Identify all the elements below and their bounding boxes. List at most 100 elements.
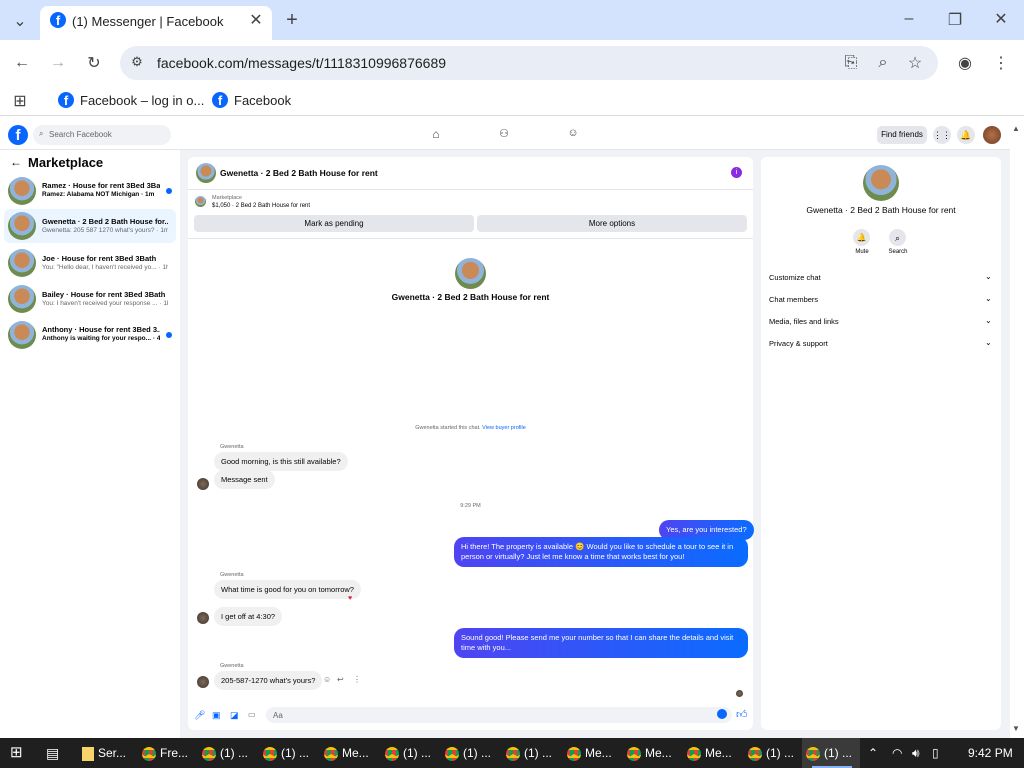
sender-avatar [197,676,209,688]
restore-icon[interactable]: ❐ [946,10,964,30]
taskbar-item[interactable]: (1) ... [506,738,552,768]
taskbar-item[interactable]: (1) ... [445,738,491,768]
facebook-logo-icon[interactable]: f [8,125,28,145]
hidden-icons-chevron-icon[interactable]: ⌃ [868,738,878,768]
view-buyer-profile-link[interactable]: View buyer profile [482,425,526,431]
new-tab-icon[interactable]: + [283,9,301,32]
friends-icon[interactable]: ⚇ [496,127,512,140]
chrome-icon [748,746,762,761]
apps-grid-icon[interactable]: ⊞ [10,91,30,111]
sender-avatar [197,478,209,490]
close-tab-icon[interactable]: ✕ [248,10,264,30]
taskbar-item[interactable]: Ser... [82,738,126,768]
more-icon[interactable]: ⋮ [353,675,361,684]
reload-icon[interactable]: ↻ [84,53,104,73]
outgoing-message: Hi there! The property is available 😊 Wo… [454,537,748,567]
mute-bell-icon[interactable]: 🔔 [853,229,870,246]
taskbar-item[interactable]: (1) ... [748,738,794,768]
unread-dot [166,332,172,338]
message-input[interactable]: Aa [266,707,732,723]
sticker-icon[interactable]: ◪ [230,710,239,721]
chat-started-note: Gwenetta started this chat. View buyer p… [188,425,753,431]
taskbar-item-label: Me... [705,746,732,760]
divider [188,238,753,239]
facebook-search-input[interactable]: Search Facebook [33,125,171,145]
volume-icon[interactable]: 🔊︎ [912,738,920,768]
scroll-down-icon[interactable]: ▼ [1012,724,1020,733]
back-arrow-icon[interactable]: ← [10,155,22,169]
taskbar-item[interactable]: Me... [627,738,672,768]
taskbar-item[interactable]: (1) ... [263,738,309,768]
bookmark-facebook[interactable]: Facebook [234,93,291,108]
chat-header-avatar[interactable] [196,163,216,183]
search-icon[interactable]: ⌕ [889,229,906,246]
scroll-up-icon[interactable]: ▲ [1012,124,1020,133]
taskbar-item[interactable]: Me... [567,738,612,768]
conversation-preview: Ramez: Alabama NOT Michigan · 1m [42,191,155,198]
reply-icon[interactable]: ↩ [337,675,344,684]
url-text[interactable]: facebook.com/messages/t/1118310996876689 [157,55,446,71]
section-chat-members[interactable]: Chat members [769,295,818,304]
section-privacy-support[interactable]: Privacy & support [769,339,828,348]
close-window-icon[interactable]: ✕ [992,9,1010,29]
forward-icon[interactable]: → [48,54,68,72]
bookmark-star-icon[interactable]: ☆ [906,53,924,73]
facebook-favicon-icon: f [50,12,66,28]
taskbar-item-label: (1) ... [824,746,853,760]
chevron-down-icon[interactable]: ⌄ [985,272,992,281]
windows-start-icon[interactable]: ⊞ [10,738,23,768]
notifications-icon[interactable]: 🔔 [957,126,975,144]
like-icon[interactable]: 👍︎ [736,708,748,721]
section-customize-chat[interactable]: Customize chat [769,273,821,282]
menu-icon[interactable]: ⋮ [992,53,1010,73]
clock-time[interactable]: 9:42 PM [968,738,1013,768]
profile-icon[interactable]: ◉ [956,53,974,73]
sender-name: Gwenetta [220,663,244,669]
chevron-down-icon[interactable]: ⌄ [985,316,992,325]
info-icon[interactable]: i [731,167,742,178]
mic-icon[interactable]: 🎤︎ [194,710,205,721]
mark-pending-button[interactable]: Mark as pending [194,215,474,232]
chat-header-title[interactable]: Gwenetta · 2 Bed 2 Bath House for rent [220,168,378,178]
chevron-down-icon[interactable]: ⌄ [985,294,992,303]
tab-search-icon[interactable]: ⌄ [10,11,30,31]
emoji-icon[interactable] [717,709,727,719]
intro-title: Gwenetta · 2 Bed 2 Bath House for rent [391,292,550,302]
more-options-button[interactable]: More options [477,215,747,232]
taskbar-item[interactable]: Me... [324,738,369,768]
taskbar-item[interactable]: Fre... [142,738,188,768]
menu-grid-icon[interactable]: ⋮⋮ [933,126,951,144]
back-icon[interactable]: ← [12,54,32,72]
wifi-icon[interactable]: ◠ [892,738,902,768]
account-avatar[interactable] [983,126,1001,144]
bookmark-facebook-login[interactable]: Facebook – log in o... [80,93,204,108]
image-icon[interactable]: ▣ [212,710,221,721]
task-view-icon[interactable]: ▤ [46,738,59,768]
section-media-files[interactable]: Media, files and links [769,317,839,326]
listing-avatar [8,285,36,313]
conversation-preview: You: "Hello dear, I haven't received yo.… [42,264,168,271]
sender-name: Gwenetta [220,572,244,578]
battery-icon[interactable]: ▯ [932,738,939,768]
zoom-icon[interactable]: ⌕ [874,54,892,72]
taskbar-item-label: Fre... [160,746,189,760]
site-info-icon[interactable]: ⚙ [128,54,146,70]
install-icon[interactable]: ⎘ [842,54,860,72]
groups-icon[interactable]: ☺ [565,127,581,139]
react-icon[interactable]: ☺ [323,675,331,684]
taskbar-item-active[interactable]: (1) ... [802,738,860,768]
taskbar-item-label: (1) ... [463,746,492,760]
minimize-icon[interactable]: – [900,10,918,28]
chevron-down-icon[interactable]: ⌄ [985,338,992,347]
taskbar-item[interactable]: Me... [687,738,732,768]
listing-detail[interactable]: $1,050 · 2 Bed 2 Bath House for rent [212,203,310,209]
info-title: Gwenetta · 2 Bed 2 Bath House for rent [806,205,956,215]
home-icon[interactable]: ⌂ [428,127,444,141]
chrome-icon [687,746,701,761]
gif-icon[interactable]: ▭ [248,710,256,719]
mute-label: Mute [855,249,869,255]
taskbar-item[interactable]: (1) ... [385,738,431,768]
taskbar-item[interactable]: (1) ... [202,738,248,768]
chrome-icon [506,746,520,761]
find-friends-button[interactable]: Find friends [877,126,927,144]
